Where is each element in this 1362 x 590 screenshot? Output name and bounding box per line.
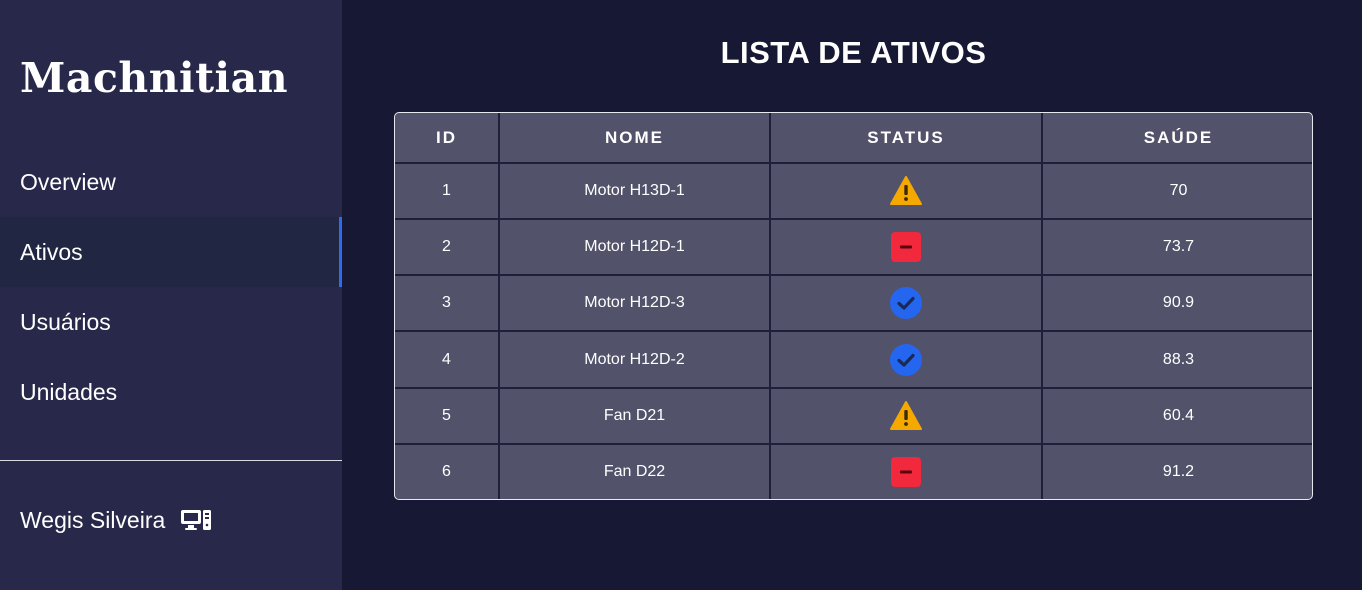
table-row[interactable]: 2 Motor H12D-1 73.7 <box>395 218 1312 277</box>
cell-status <box>769 386 1043 445</box>
cell-health: 90.9 <box>1041 274 1312 333</box>
cell-name: Motor H12D-2 <box>498 330 771 389</box>
cell-status <box>769 274 1043 333</box>
brand-logo: Machnitian <box>20 54 288 102</box>
sidebar-item-usuarios[interactable]: Usuários <box>0 287 342 357</box>
sidebar-item-label: Usuários <box>20 308 111 335</box>
sidebar-item-overview[interactable]: Overview <box>0 147 342 217</box>
cell-health: 91.2 <box>1041 442 1312 499</box>
main-content: LISTA DE ATIVOS ID NOME STATUS SAÚDE 1 M… <box>342 0 1362 590</box>
column-header-status[interactable]: STATUS <box>769 113 1043 164</box>
check-circle-icon <box>889 286 923 320</box>
cell-id: 6 <box>395 442 500 499</box>
sidebar-item-unidades[interactable]: Unidades <box>0 357 342 427</box>
cell-health: 88.3 <box>1041 330 1312 389</box>
cell-id: 5 <box>395 386 500 445</box>
column-header-saude[interactable]: SAÚDE <box>1041 113 1312 164</box>
page-title: LISTA DE ATIVOS <box>720 35 987 70</box>
sidebar-item-label: Ativos <box>20 238 83 265</box>
cell-id: 3 <box>395 274 500 333</box>
cell-name: Fan D21 <box>498 386 771 445</box>
cell-status <box>769 161 1043 221</box>
table-row[interactable]: 1 Motor H13D-1 70 <box>395 161 1312 221</box>
sidebar-divider <box>0 460 342 461</box>
warning-triangle-icon <box>889 174 923 208</box>
warning-triangle-icon <box>889 399 923 433</box>
sidebar: Machnitian Overview Ativos Usuários Unid… <box>0 0 342 590</box>
table-row[interactable]: 4 Motor H12D-2 88.3 <box>395 330 1312 389</box>
table-header-row: ID NOME STATUS SAÚDE <box>395 113 1312 164</box>
cell-health: 60.4 <box>1041 386 1312 445</box>
table-row[interactable]: 6 Fan D22 91.2 <box>395 442 1312 499</box>
cell-id: 4 <box>395 330 500 389</box>
column-header-nome[interactable]: NOME <box>498 113 771 164</box>
cell-health: 70 <box>1041 161 1312 221</box>
check-circle-icon <box>889 343 923 377</box>
sidebar-nav: Overview Ativos Usuários Unidades <box>0 147 342 427</box>
sidebar-item-label: Unidades <box>20 378 118 405</box>
cell-status <box>769 330 1043 389</box>
assets-table: ID NOME STATUS SAÚDE 1 Motor H13D-1 70 2… <box>395 113 1312 499</box>
app: Machnitian Overview Ativos Usuários Unid… <box>0 0 1362 590</box>
sidebar-item-ativos[interactable]: Ativos <box>0 217 342 287</box>
cell-name: Motor H12D-1 <box>498 218 771 277</box>
cell-status <box>769 218 1043 277</box>
table-row[interactable]: 5 Fan D21 60.4 <box>395 386 1312 445</box>
assets-table-container: ID NOME STATUS SAÚDE 1 Motor H13D-1 70 2… <box>394 112 1313 500</box>
cell-name: Motor H12D-3 <box>498 274 771 333</box>
cell-id: 1 <box>395 161 500 221</box>
cell-id: 2 <box>395 218 500 277</box>
minus-square-icon <box>889 230 923 264</box>
cell-health: 73.7 <box>1041 218 1312 277</box>
table-row[interactable]: 3 Motor H12D-3 90.9 <box>395 274 1312 333</box>
column-header-id[interactable]: ID <box>395 113 500 164</box>
user-info[interactable]: Wegis Silveira <box>20 502 212 538</box>
cell-name: Motor H13D-1 <box>498 161 771 221</box>
minus-square-icon <box>889 455 923 489</box>
user-name: Wegis Silveira <box>20 506 166 533</box>
cell-status <box>769 442 1043 499</box>
cell-name: Fan D22 <box>498 442 771 499</box>
desktop-computer-icon <box>180 508 212 532</box>
sidebar-item-label: Overview <box>20 168 116 195</box>
